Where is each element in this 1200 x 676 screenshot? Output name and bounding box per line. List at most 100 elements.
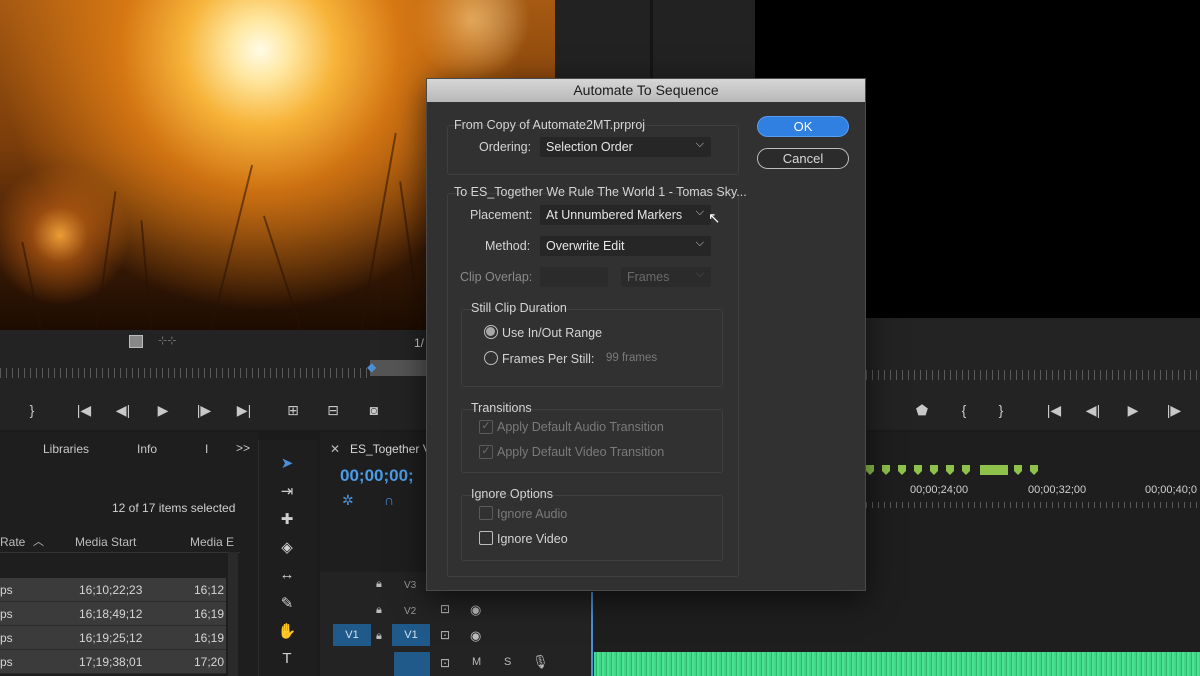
- step-forward-icon[interactable]: |▶: [192, 402, 216, 419]
- playhead-icon[interactable]: ◆: [367, 360, 376, 374]
- table-row[interactable]: ps 16;10;22;23 16;12: [0, 578, 226, 602]
- ignore-options-label: Ignore Options: [471, 487, 553, 501]
- microphone-icon[interactable]: 🎙︎: [532, 654, 549, 670]
- table-row[interactable]: ps 17;19;38;01 17;20: [0, 650, 226, 674]
- lock-icon[interactable]: 🔒︎: [376, 604, 382, 617]
- pen-tool-icon[interactable]: ✎: [275, 594, 299, 616]
- ignore-video-checkbox[interactable]: [479, 531, 493, 545]
- sequence-markers[interactable]: [866, 465, 1046, 477]
- placement-label: Placement:: [470, 208, 533, 222]
- column-media-end[interactable]: Media E: [190, 535, 234, 549]
- step-forward-icon-program[interactable]: |▶: [1162, 402, 1186, 419]
- camera-icon[interactable]: ◙: [362, 402, 386, 418]
- table-row[interactable]: ps 16;19;25;12 16;19: [0, 626, 226, 650]
- go-to-out-icon[interactable]: ▶|: [232, 402, 256, 419]
- eye-icon[interactable]: ◉: [470, 628, 481, 644]
- play-icon[interactable]: ▶: [151, 402, 175, 419]
- source-timeline-ruler[interactable]: [0, 368, 370, 378]
- ruler-label-24: 00;00;24;00: [910, 484, 969, 496]
- project-scrollbar[interactable]: [228, 552, 238, 676]
- toggle-sync-icon[interactable]: ⊡: [440, 628, 450, 642]
- tab-info[interactable]: Info: [137, 442, 157, 456]
- still-clip-group: [461, 309, 723, 387]
- grass-stalk: [399, 181, 422, 330]
- step-back-icon-program[interactable]: ◀|: [1081, 402, 1105, 419]
- clip-overlap-input[interactable]: [540, 267, 608, 287]
- selection-tool-icon[interactable]: ➤: [275, 454, 299, 476]
- razor-tool-icon[interactable]: ◈: [275, 538, 299, 560]
- chevron-down-icon: ⌵: [695, 206, 704, 218]
- track-a1-target[interactable]: [394, 652, 430, 676]
- mark-in-icon[interactable]: {: [952, 402, 976, 418]
- track-v1-target[interactable]: V1: [392, 624, 430, 646]
- hand-tool-icon[interactable]: ✋: [275, 622, 299, 644]
- overflow-tabs-button[interactable]: >>: [236, 441, 250, 455]
- mark-out-icon[interactable]: }: [20, 402, 44, 418]
- ignore-audio-checkbox[interactable]: [479, 506, 493, 520]
- column-rate[interactable]: Rate: [0, 535, 25, 549]
- playhead-line[interactable]: [591, 592, 593, 676]
- snap-icon[interactable]: ✲: [342, 492, 354, 509]
- cell-rate: ps: [0, 655, 13, 669]
- overwrite-icon[interactable]: ⊟: [321, 402, 345, 419]
- go-to-in-icon[interactable]: |◀: [72, 402, 96, 419]
- insert-icon[interactable]: ⊞: [281, 402, 305, 419]
- ordering-select[interactable]: Selection Order ⌵: [540, 137, 711, 157]
- cancel-button[interactable]: Cancel: [757, 148, 849, 169]
- transitions-label: Transitions: [471, 401, 532, 415]
- apply-audio-transition-checkbox[interactable]: ✓: [479, 420, 493, 434]
- sort-ascending-icon[interactable]: ︿: [33, 533, 44, 549]
- track-select-tool-icon[interactable]: ⇥: [275, 482, 299, 504]
- use-inout-radio[interactable]: [484, 325, 498, 339]
- slip-tool-icon[interactable]: ↔: [275, 566, 299, 588]
- mark-out-icon-program[interactable]: }: [989, 402, 1013, 418]
- toggle-sync-icon[interactable]: ⊡: [440, 656, 450, 670]
- timecode-display[interactable]: 00;00;00;: [340, 466, 414, 486]
- frames-per-still-value[interactable]: 99 frames: [606, 352, 657, 364]
- ok-button[interactable]: OK: [757, 116, 849, 137]
- source-patch-v1[interactable]: V1: [333, 624, 371, 646]
- table-row[interactable]: ps 16;18;49;12 16;19: [0, 602, 226, 626]
- ripple-edit-tool-icon[interactable]: ✚: [275, 510, 299, 532]
- toggle-sync-icon[interactable]: ⊡: [440, 602, 450, 616]
- tab-libraries[interactable]: Libraries: [43, 442, 89, 456]
- program-timeline-ruler[interactable]: [866, 370, 1200, 380]
- step-back-icon[interactable]: ◀|: [111, 402, 135, 419]
- placement-select[interactable]: At Unnumbered Markers ⌵: [540, 205, 711, 225]
- tab-more[interactable]: I: [205, 442, 208, 456]
- to-label: To ES_Together We Rule The World 1 - Tom…: [454, 185, 747, 199]
- settings-icon[interactable]: [129, 335, 143, 348]
- go-to-in-icon-program[interactable]: |◀: [1042, 402, 1066, 419]
- cell-media-end: 17;20: [194, 655, 225, 669]
- play-icon-program[interactable]: ▶: [1121, 402, 1145, 419]
- ordering-value: Selection Order: [546, 140, 633, 154]
- insert-marker-icon[interactable]: ⊹⊹: [158, 334, 176, 347]
- close-sequence-icon[interactable]: ✕: [330, 442, 340, 456]
- clip-overlap-unit-select[interactable]: Frames ⌵: [621, 267, 711, 287]
- lock-icon[interactable]: 🔒︎: [376, 630, 382, 643]
- eye-icon[interactable]: ◉: [470, 602, 481, 618]
- cell-media-end: 16;12: [194, 583, 225, 597]
- mute-button[interactable]: M: [472, 656, 481, 668]
- apply-video-transition-checkbox[interactable]: ✓: [479, 445, 493, 459]
- lock-icon[interactable]: 🔒︎: [376, 578, 382, 591]
- type-tool-icon[interactable]: T: [275, 650, 299, 672]
- column-media-start[interactable]: Media Start: [75, 535, 136, 549]
- add-marker-icon[interactable]: ⬟: [910, 402, 934, 419]
- audio-clip-waveform[interactable]: [594, 652, 1200, 676]
- linked-selection-icon[interactable]: ∩: [384, 492, 394, 508]
- grass-stalk: [210, 164, 254, 330]
- cell-media-end: 16;19: [194, 631, 225, 645]
- column-header-row: Rate ︿ Media Start Media E: [0, 527, 240, 553]
- solo-button[interactable]: S: [504, 656, 511, 668]
- cell-rate: ps: [0, 607, 13, 621]
- cell-media-end: 16;19: [194, 607, 225, 621]
- playhead-range[interactable]: [370, 360, 426, 376]
- grass-stalk: [21, 241, 42, 330]
- timeline-ruler[interactable]: [866, 502, 1200, 508]
- tab-sequence[interactable]: ES_Together V: [350, 442, 431, 456]
- method-select[interactable]: Overwrite Edit ⌵: [540, 236, 711, 256]
- grass-stalk: [262, 215, 302, 330]
- frames-per-still-radio[interactable]: [484, 351, 498, 365]
- cell-media-start: 16;10;22;23: [79, 583, 143, 597]
